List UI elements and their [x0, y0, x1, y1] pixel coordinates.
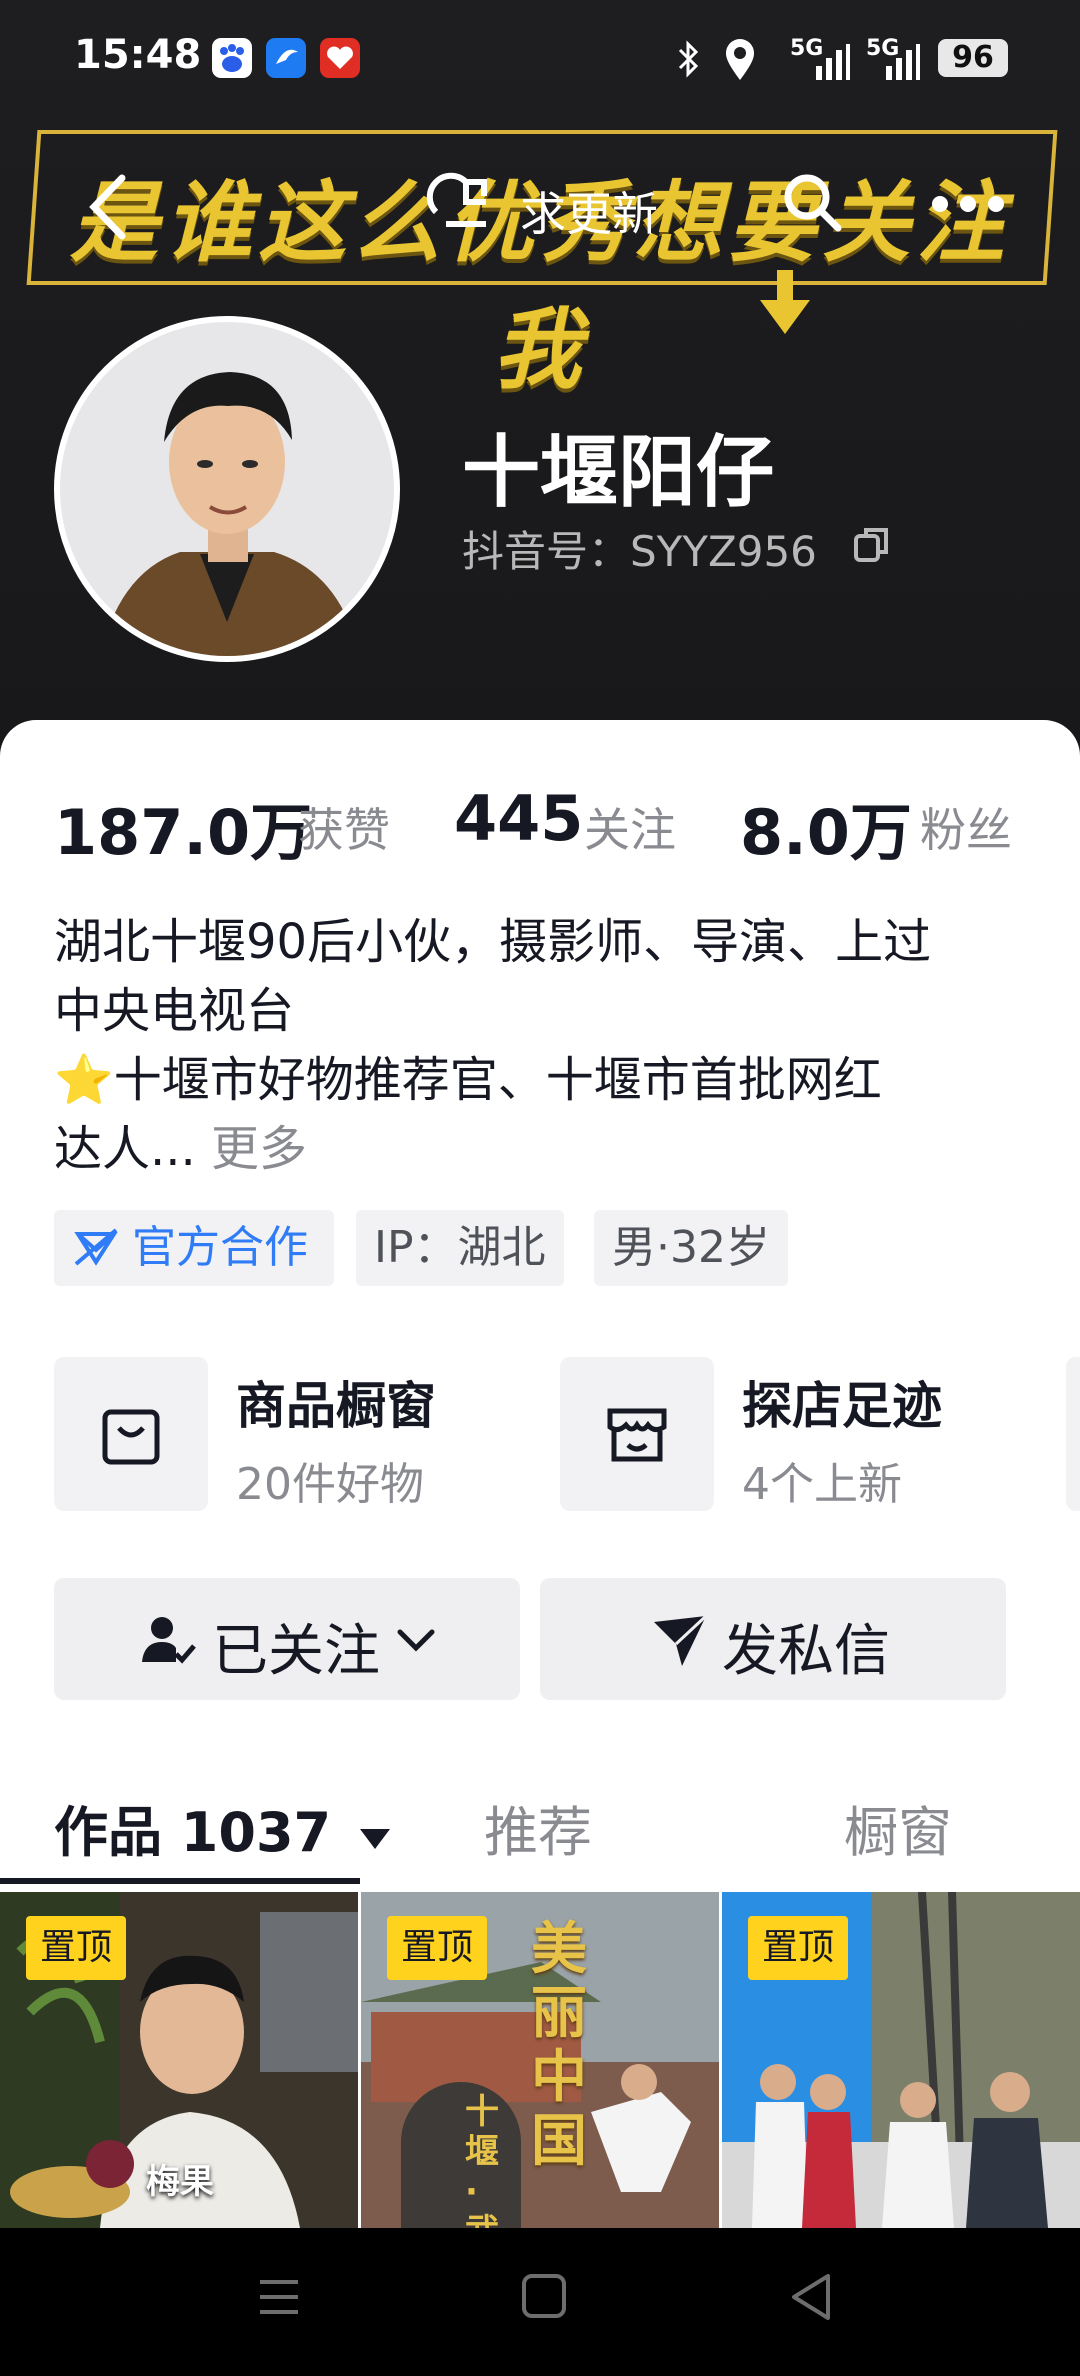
user-check-icon — [142, 1617, 196, 1664]
send-icon — [654, 1614, 708, 1666]
video-thumbnail[interactable]: 置顶 梅果 — [0, 1892, 358, 2228]
bio-line: ⭐十堰市好物推荐官、十堰市首批网红 — [54, 1052, 882, 1108]
followers-label: 粉丝 — [920, 803, 1012, 857]
profile-header: 是谁这么优秀想要关注我 15:48 5G 5G 96 求更新 十堰阳仔 抖音号：… — [0, 0, 1080, 760]
pinned-badge: 置顶 — [26, 1916, 127, 1980]
tab-works-label: 作品 1037 — [54, 1801, 332, 1864]
update-request-icon[interactable] — [426, 172, 506, 236]
following-count[interactable]: 445 — [454, 782, 583, 855]
followers-count[interactable]: 8.0万 — [740, 782, 912, 872]
thumbnail-vertical-text: 美丽中国 — [531, 1917, 587, 2174]
send-message-button[interactable]: 发私信 — [540, 1578, 1006, 1700]
gender-age-tag: 男·32岁 — [594, 1210, 788, 1286]
location-icon — [726, 39, 754, 80]
product-window-icon-box[interactable] — [54, 1357, 208, 1511]
send-message-label: 发私信 — [722, 1619, 890, 1684]
avatar[interactable] — [54, 316, 400, 662]
store-visit-subtitle: 4个上新 — [742, 1459, 902, 1510]
product-window-subtitle: 20件好物 — [236, 1459, 424, 1510]
signal-icon-2 — [886, 44, 920, 80]
back-nav-icon[interactable] — [788, 2270, 834, 2324]
tab-indicator — [0, 1878, 360, 1884]
store-visit-icon-box[interactable] — [560, 1357, 714, 1511]
tab-works[interactable]: 作品 1037 — [54, 1788, 392, 1867]
pinned-badge: 置顶 — [387, 1916, 488, 1980]
bio-line: 湖北十堰90后小伙，摄影师、导演、上过 — [54, 914, 932, 970]
copy-icon[interactable] — [852, 524, 892, 564]
followed-button[interactable]: 已关注 — [54, 1578, 520, 1700]
profile-name: 十堰阳仔 — [462, 428, 775, 518]
status-bar: 15:48 5G 5G 96 — [0, 0, 1080, 118]
bluetooth-icon — [678, 40, 699, 78]
followed-label: 已关注 — [212, 1619, 380, 1684]
profile-card: 187.0万 获赞 445 关注 8.0万 粉丝 湖北十堰90后小伙，摄影师、导… — [0, 720, 1080, 2228]
following-label: 关注 — [584, 803, 676, 857]
system-navigation-bar — [0, 2228, 1080, 2376]
chevron-down-icon — [397, 1629, 435, 1652]
store-icon — [607, 1408, 667, 1462]
official-cooperation-label: 官方合作 — [132, 1222, 308, 1273]
douyin-id: 抖音号：SYYZ956 — [462, 527, 817, 576]
bio-line-text: 达人... — [54, 1121, 196, 1177]
next-service-box[interactable] — [1066, 1357, 1080, 1511]
home-icon[interactable] — [520, 2272, 568, 2322]
status-time: 15:48 — [74, 32, 202, 78]
browser-app-icon — [266, 38, 306, 78]
pinduoduo-app-icon — [320, 38, 360, 78]
pinned-badge: 置顶 — [748, 1916, 849, 1980]
bio-more-link[interactable]: 更多 — [211, 1121, 307, 1177]
thumbnail-caption: 梅果 — [146, 2162, 214, 2202]
caret-down-icon — [359, 1829, 390, 1849]
signal-icon-1 — [816, 44, 850, 80]
tab-shop[interactable]: 橱窗 — [844, 1788, 952, 1867]
baidu-app-icon — [212, 38, 252, 78]
ip-location-tag: IP：湖北 — [356, 1210, 564, 1286]
likes-count[interactable]: 187.0万 — [54, 782, 312, 872]
official-cooperation-tag[interactable]: 官方合作 — [54, 1210, 334, 1286]
back-icon[interactable] — [84, 172, 134, 242]
bio-line: 达人... 更多 — [54, 1115, 1044, 1184]
bio-line: 中央电视台 — [54, 983, 295, 1039]
shopping-bag-icon — [102, 1409, 160, 1465]
video-thumbnail[interactable]: 置顶 美丽中国 十堰·武 — [361, 1892, 719, 2228]
bio: 湖北十堰90后小伙，摄影师、导演、上过 中央电视台 ⭐十堰市好物推荐官、十堰市首… — [54, 908, 1044, 1184]
likes-label: 获赞 — [298, 803, 390, 857]
banner-arrow-icon — [760, 270, 810, 334]
thumbnail-side-text: 十堰·武 — [465, 2092, 499, 2228]
search-icon[interactable] — [780, 170, 844, 234]
update-request-label[interactable]: 求更新 — [520, 178, 658, 244]
video-thumbnail[interactable]: 置顶 — [722, 1892, 1080, 2228]
official-cooperation-icon — [74, 1228, 118, 1266]
battery-indicator: 96 — [938, 39, 1008, 77]
menu-icon[interactable] — [254, 2272, 304, 2322]
store-visit-title[interactable]: 探店足迹 — [742, 1366, 942, 1438]
product-window-title[interactable]: 商品橱窗 — [236, 1366, 436, 1438]
tab-recommend[interactable]: 推荐 — [484, 1788, 592, 1867]
more-options-icon[interactable] — [930, 192, 1006, 216]
